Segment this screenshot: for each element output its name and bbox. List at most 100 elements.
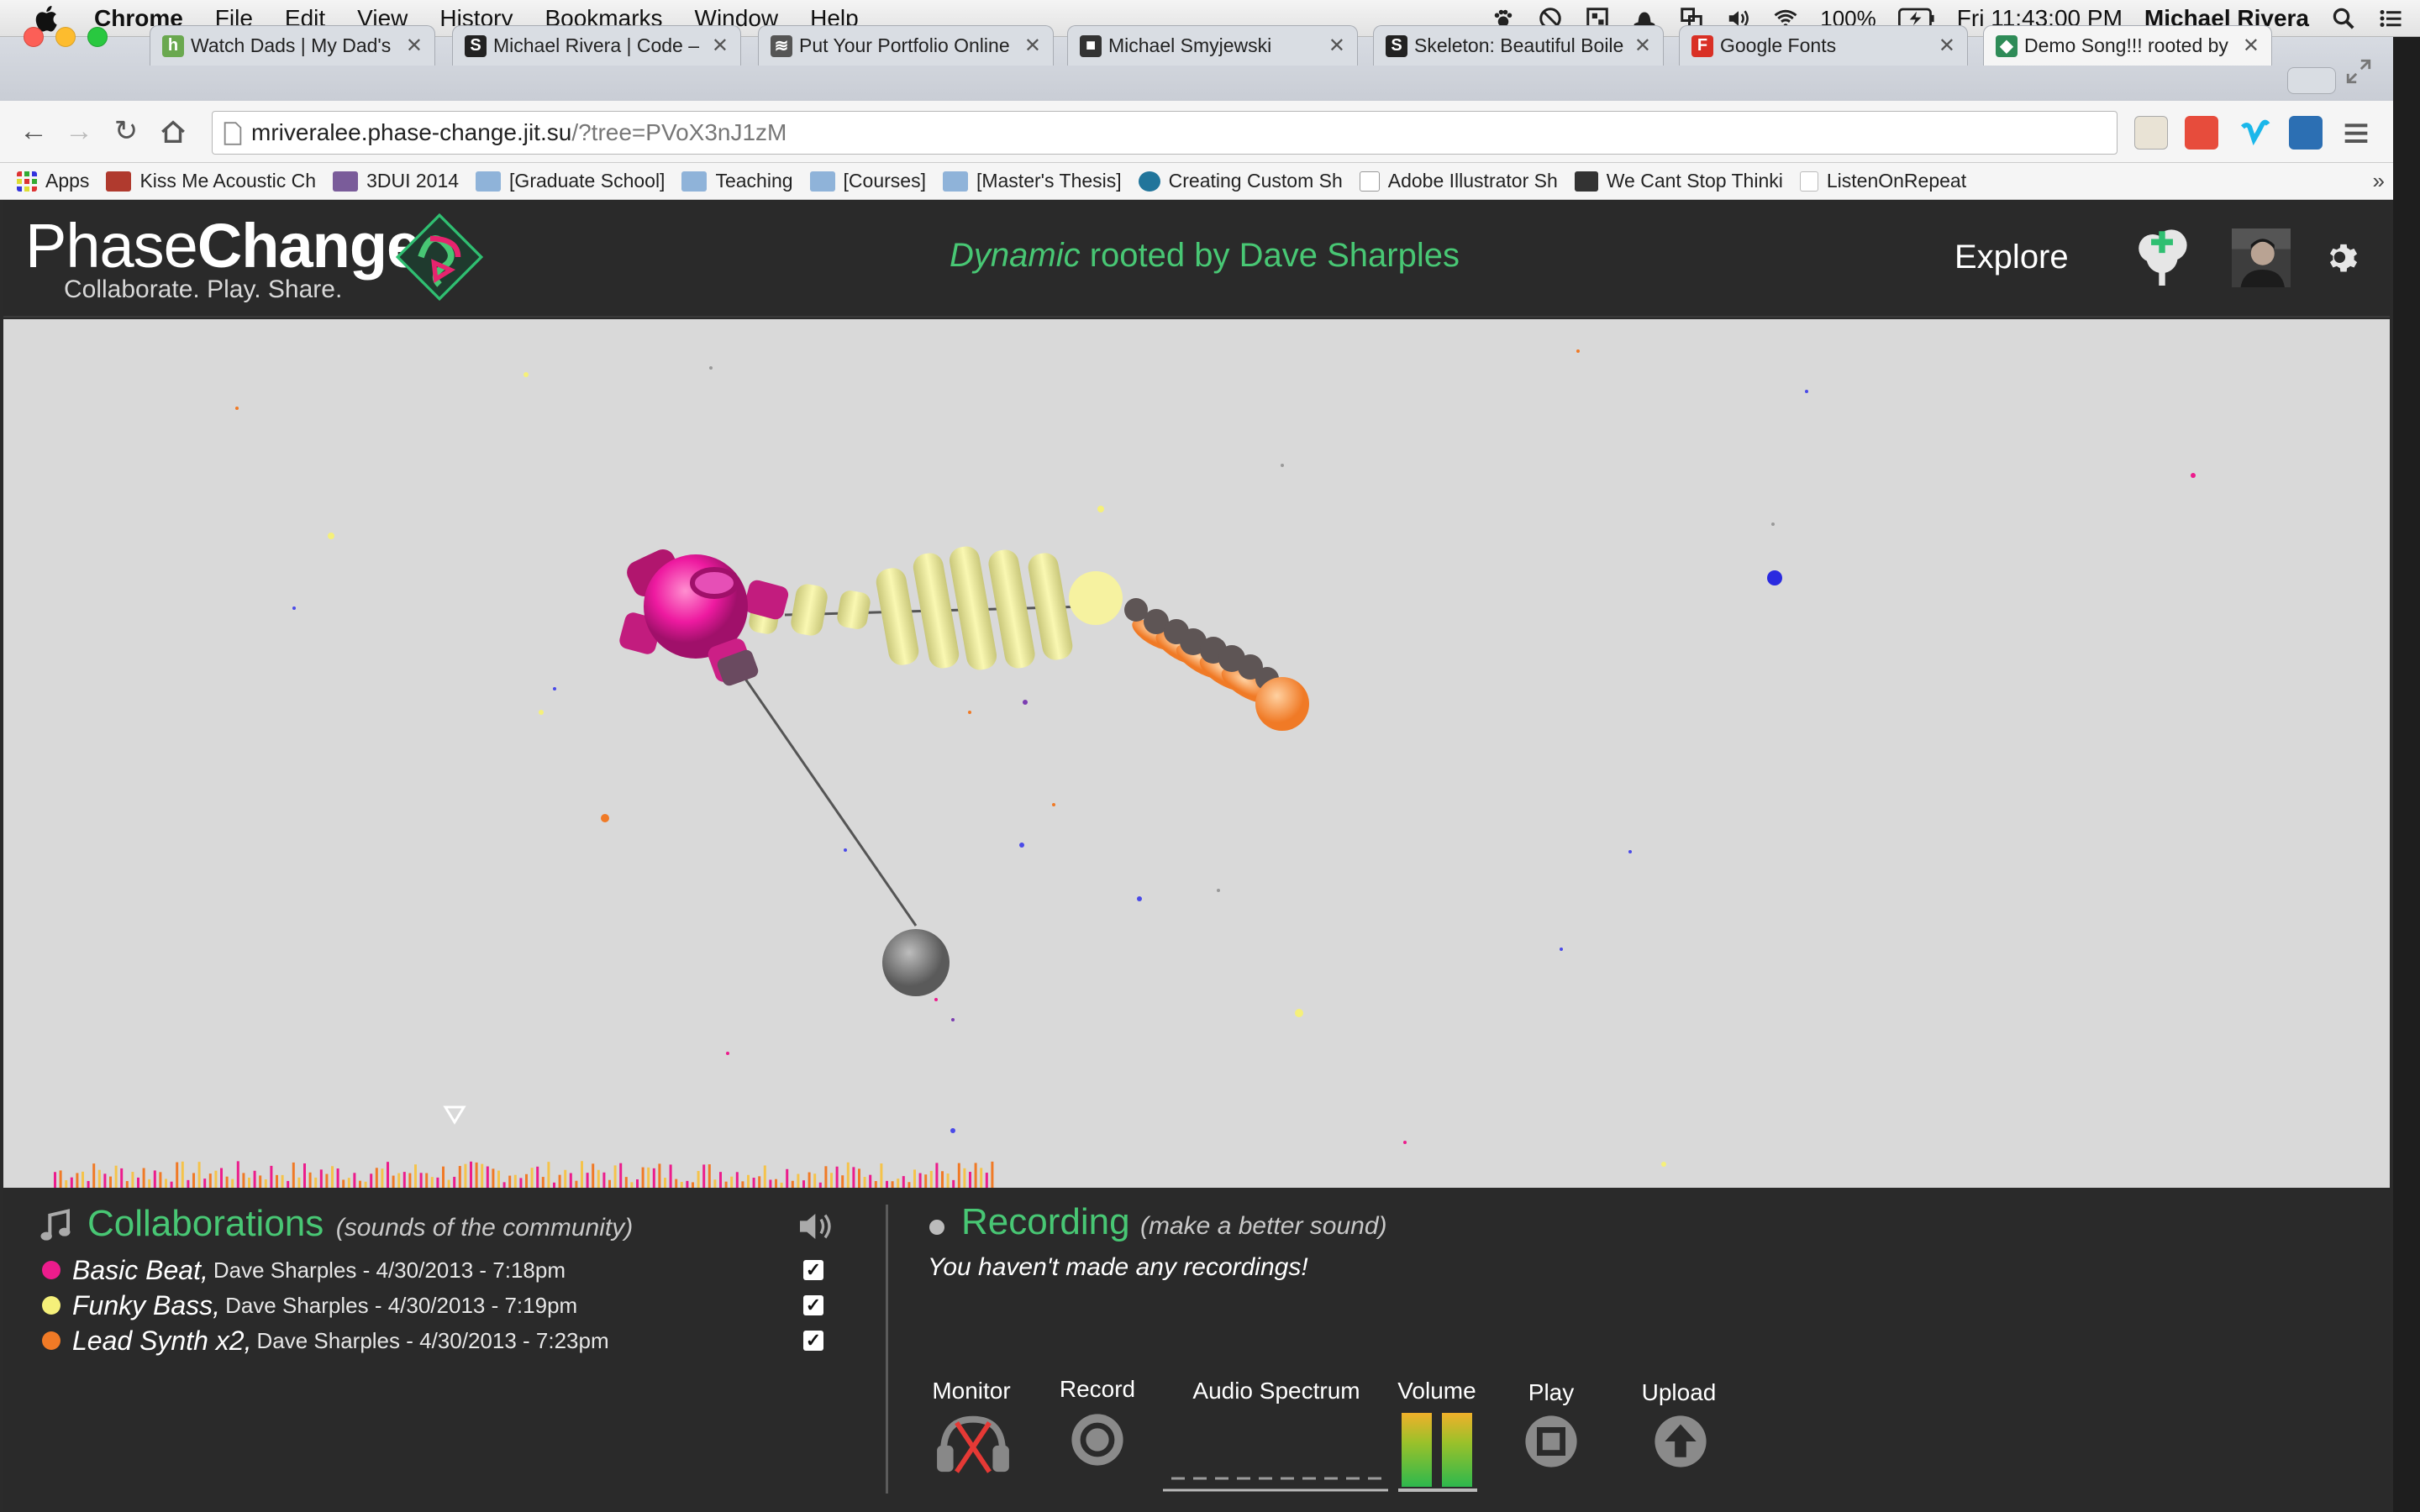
reload-button[interactable]: ↻ (108, 113, 145, 150)
blue-orb[interactable] (1767, 570, 1782, 585)
collaborations-subtitle: (sounds of the community) (335, 1214, 634, 1242)
notification-center-icon[interactable] (2378, 6, 2403, 31)
spectrum-bar (758, 1176, 761, 1188)
play-stop-button[interactable] (1523, 1413, 1580, 1470)
address-bar[interactable]: mriveralee.phase-change.jit.su/?tree=PVo… (212, 111, 2118, 155)
tab-close-icon[interactable]: ✕ (1024, 34, 1041, 58)
spectrum-bar (630, 1182, 634, 1188)
add-tree-icon[interactable] (2131, 220, 2193, 289)
sync-extension-icon[interactable] (2289, 116, 2323, 150)
spectrum-bar (419, 1173, 423, 1188)
tab-close-icon[interactable]: ✕ (406, 34, 423, 58)
address-path: /?tree=PVoX3nJ1zM (571, 119, 787, 145)
bookmark-folder-grad-school[interactable]: [Graduate School] (476, 170, 665, 192)
bookmark-folder-thesis[interactable]: [Master's Thesis] (942, 170, 1122, 192)
speaker-volume-icon[interactable] (797, 1210, 837, 1243)
spectrum-bar (137, 1177, 139, 1188)
bookmarks-overflow-icon[interactable]: » (2373, 168, 2385, 194)
tab-close-icon[interactable]: ✕ (2243, 34, 2260, 58)
track-toggle-checkbox[interactable]: ✓ (803, 1295, 823, 1315)
spectrum-bar (153, 1170, 156, 1188)
visualization-canvas[interactable] (3, 319, 2390, 1188)
spectrum-bar (220, 1168, 223, 1188)
tab-google-fonts[interactable]: F Google Fonts ✕ (1679, 25, 1968, 66)
new-tab-button[interactable] (2287, 67, 2336, 94)
tab-close-icon[interactable]: ✕ (1328, 34, 1345, 58)
close-window-button[interactable] (24, 27, 44, 47)
settings-gear-icon[interactable] (2324, 239, 2363, 277)
tab-title: Watch Dads | My Dad's H (191, 34, 397, 56)
spectrum-bar (669, 1164, 672, 1188)
bookmark-apps[interactable]: Apps (17, 170, 89, 192)
spectrum-bar (131, 1172, 134, 1188)
spectrum-bar (353, 1173, 356, 1188)
spectrum-bar (292, 1162, 295, 1188)
chrome-menu-icon[interactable] (2341, 119, 2371, 146)
bookmark-we-cant-stop[interactable]: We Cant Stop Thinki (1574, 170, 1783, 192)
tab-close-icon[interactable]: ✕ (1939, 34, 1955, 58)
spectrum-bar (281, 1174, 284, 1188)
bookmark-label: 3DUI 2014 (366, 170, 460, 192)
spectrum-bar (375, 1168, 378, 1188)
tab-watch-dads[interactable]: h Watch Dads | My Dad's H ✕ (150, 25, 435, 66)
spectrum-bar (387, 1162, 389, 1188)
spectrum-bar (597, 1169, 600, 1188)
beat-track-node[interactable] (618, 545, 790, 687)
track-toggle-checkbox[interactable]: ✓ (803, 1260, 823, 1280)
phasechange-logo-icon[interactable] (393, 210, 486, 304)
spectrum-bar (92, 1163, 96, 1188)
page-icon (1799, 171, 1818, 192)
home-icon[interactable] (158, 118, 188, 146)
back-button[interactable]: ← (15, 113, 52, 150)
explore-link[interactable]: Explore (1954, 239, 2069, 276)
tab-michael-smyjewski[interactable]: ■ Michael Smyjewski ✕ (1067, 25, 1358, 66)
pendulum-ball[interactable] (882, 929, 950, 996)
zoom-window-button[interactable] (87, 27, 108, 47)
monitor-headphones-button[interactable] (933, 1410, 1013, 1475)
minimize-window-button[interactable] (55, 27, 76, 47)
bookmark-adobe-illustrator[interactable]: Adobe Illustrator Sh (1359, 170, 1558, 192)
vimeo-extension-icon[interactable] (2238, 116, 2272, 150)
bookmark-folder-courses[interactable]: [Courses] (809, 170, 926, 192)
spectrum-bar (592, 1163, 595, 1188)
record-button[interactable] (1069, 1411, 1126, 1468)
bookmark-listenonrepeat[interactable]: ListenOnRepeat (1799, 170, 1966, 192)
tab-close-icon[interactable]: ✕ (1634, 34, 1651, 58)
tab-close-icon[interactable]: ✕ (712, 34, 729, 58)
forward-button[interactable]: → (60, 113, 97, 150)
spectrum-bar (941, 1171, 944, 1188)
tab-michael-rivera-code[interactable]: S Michael Rivera | Code – ✕ (452, 25, 741, 66)
bookmark-kiss-me[interactable]: Kiss Me Acoustic Ch (106, 170, 316, 192)
user-avatar[interactable] (2232, 228, 2291, 287)
logo-wordmark[interactable]: PhaseChange (25, 210, 421, 281)
bookmark-creating-custom[interactable]: Creating Custom Sh (1138, 170, 1343, 192)
collab-item-basic-beat[interactable]: Basic Beat, Dave Sharples - 4/30/2013 - … (42, 1253, 566, 1287)
favicon-icon: F (1691, 34, 1713, 57)
tab-demo-song-active[interactable]: ◆ Demo Song!!! rooted by ✕ (1983, 25, 2272, 66)
spectrum-bar (581, 1161, 583, 1188)
bass-track-node[interactable] (747, 544, 1123, 672)
upload-button[interactable] (1652, 1413, 1709, 1470)
lead-synth-track-node[interactable] (1124, 598, 1309, 731)
spectrum-bar (702, 1164, 706, 1188)
bookmark-3dui[interactable]: 3DUI 2014 (333, 170, 459, 192)
spectrum-bar (608, 1179, 611, 1188)
spectrum-bar (114, 1165, 118, 1188)
reading-list-icon[interactable] (2134, 116, 2168, 150)
spectrum-bar (453, 1176, 456, 1188)
fullscreen-icon[interactable] (2344, 57, 2373, 86)
apps-grid-icon (17, 171, 37, 192)
spectrum-bar (176, 1162, 179, 1188)
spotlight-search-icon[interactable] (2331, 6, 2356, 31)
bookmark-folder-teaching[interactable]: Teaching (681, 170, 793, 192)
tab-skeleton[interactable]: S Skeleton: Beautiful Boile ✕ (1373, 25, 1664, 66)
collab-item-lead-synth[interactable]: Lead Synth x2, Dave Sharples - 4/30/2013… (42, 1324, 609, 1357)
spectrum-bar (863, 1177, 866, 1188)
bookmark-extension-icon[interactable] (2185, 116, 2218, 150)
upload-label: Upload (1641, 1379, 1717, 1405)
tab-portfolio-online[interactable]: ≋ Put Your Portfolio Online ✕ (758, 25, 1054, 66)
collab-item-funky-bass[interactable]: Funky Bass, Dave Sharples - 4/30/2013 - … (42, 1289, 577, 1322)
tab-title: Google Fonts (1720, 34, 1837, 56)
recording-subtitle: (make a better sound) (1140, 1212, 1387, 1240)
track-toggle-checkbox[interactable]: ✓ (803, 1331, 823, 1351)
